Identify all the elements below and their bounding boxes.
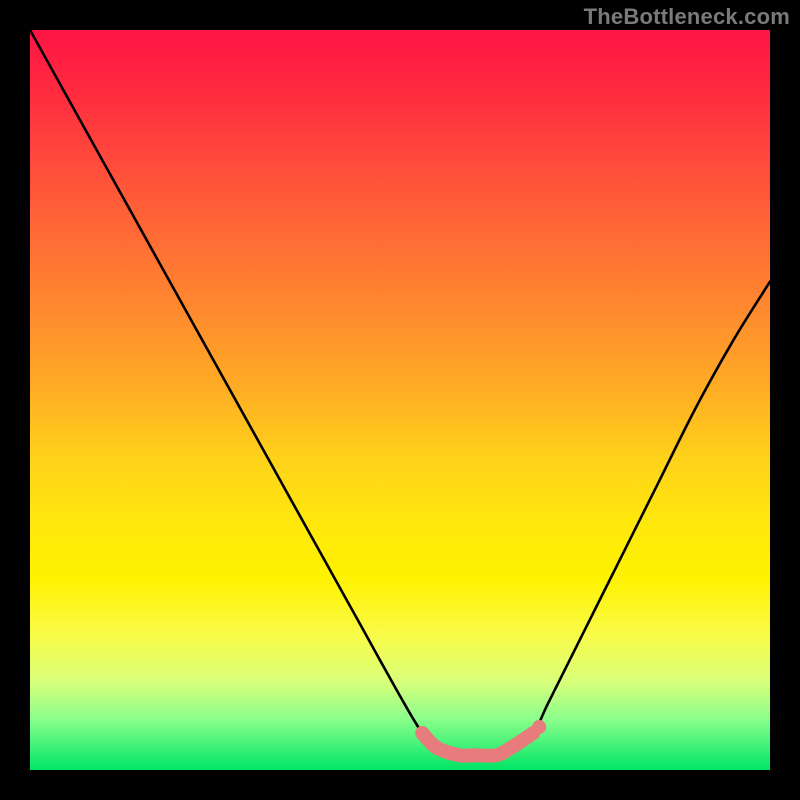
highlight-dot [532,720,546,734]
watermark-text: TheBottleneck.com [584,4,790,30]
chart-frame: TheBottleneck.com [0,0,800,800]
highlight-band [422,733,533,756]
plot-area [30,30,770,770]
bottleneck-curve [30,30,770,756]
curve-svg [30,30,770,770]
